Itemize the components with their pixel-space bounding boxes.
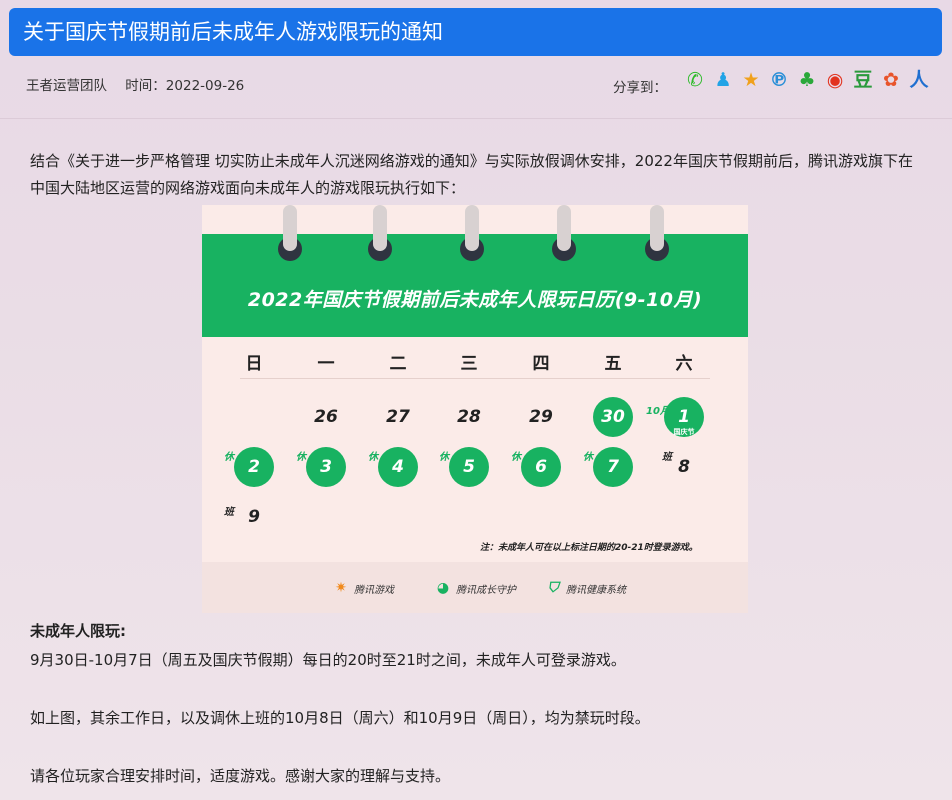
calendar-note: 注：未成年人可在以上标注日期的20-21时登录游戏。	[480, 543, 698, 553]
qzone-icon[interactable]: ★	[740, 68, 762, 92]
calendar-day: 7	[593, 447, 633, 487]
health-system-logo-icon: ⛉	[547, 580, 559, 596]
rest-tag: 休	[296, 452, 306, 463]
calendar-day: 3	[306, 447, 346, 487]
calendar-title: 2022年国庆节假期前后未成年人限玩日历(9-10月)	[247, 289, 703, 311]
share-label: 分享到：	[613, 80, 667, 96]
divider	[0, 118, 952, 119]
clover-icon[interactable]: ♣	[796, 68, 818, 92]
calendar-day: 5	[449, 447, 489, 487]
paragraph-allowed-time: 9月30日-10月7日（周五及国庆节假期）每日的20时至21时之间，未成年人可登…	[30, 651, 626, 669]
section-heading: 未成年人限玩:	[30, 622, 126, 640]
intro-paragraph: 结合《关于进一步严格管理 切实防止未成年人沉迷网络游戏的通知》与实际放假调休安排…	[30, 152, 913, 197]
work-tag: 班	[224, 507, 234, 518]
binder-ring	[276, 205, 304, 267]
weekday-label: 日	[245, 354, 263, 374]
time-label: 时间：2022-09-26	[125, 78, 245, 94]
weekday-label: 一	[317, 354, 335, 374]
renren-icon[interactable]: ✿	[880, 68, 902, 92]
article-meta: 王者运营团队 时间：2022-09-26	[26, 74, 258, 94]
calendar-day: 9	[248, 507, 260, 527]
rest-tag: 休	[224, 452, 234, 463]
binder-ring	[643, 205, 671, 267]
paragraph-closing: 请各位玩家合理安排时间，适度游戏。感谢大家的理解与支持。	[30, 767, 451, 785]
weekday-label: 二	[389, 354, 407, 374]
calendar-image: 2022年国庆节假期前后未成年人限玩日历(9-10月) 注：未成年人可在以上标注…	[202, 205, 748, 613]
weekday-label: 四	[532, 354, 550, 374]
share-icon-group: ✆ ♟ ★ ℗ ♣ ◉ 豆 ✿ 人	[684, 68, 930, 92]
wechat-icon[interactable]: ✆	[684, 68, 706, 92]
kaixin-icon[interactable]: 人	[908, 68, 930, 92]
calendar-day: 29	[529, 407, 553, 427]
author-label: 王者运营团队	[26, 78, 107, 94]
paragraph-restricted-days: 如上图，其余工作日，以及调休上班的10月8日（周六）和10月9日（周日），均为禁…	[30, 709, 650, 727]
growth-guard-brand: ◕ 腾讯成长守护	[434, 579, 516, 597]
page-title: 关于国庆节假期前后未成年人游戏限玩的通知	[9, 8, 942, 56]
calendar-day: 28	[457, 407, 481, 427]
publish-date: 2022-09-26	[165, 78, 245, 94]
rest-tag: 休	[511, 452, 521, 463]
calendar-footer: ✷ 腾讯游戏 ◕ 腾讯成长守护 ⛉ 腾讯健康系统	[202, 562, 748, 613]
calendar-day: 27	[386, 407, 410, 427]
calendar-day: 26	[314, 407, 338, 427]
health-system-brand: ⛉ 腾讯健康系统	[544, 579, 626, 597]
binder-ring	[550, 205, 578, 267]
weekday-label: 六	[675, 354, 693, 374]
binder-ring	[458, 205, 486, 267]
month-tag: 10月	[646, 406, 670, 417]
tencent-weibo-icon[interactable]: ℗	[768, 68, 790, 92]
holiday-label: 国庆节	[673, 428, 695, 436]
weekday-divider	[240, 378, 710, 379]
calendar-day: 4	[378, 447, 418, 487]
weekday-label: 五	[604, 354, 622, 374]
binder-ring	[366, 205, 394, 267]
work-tag: 班	[662, 452, 672, 463]
tencent-games-brand: ✷ 腾讯游戏	[332, 579, 394, 597]
sina-weibo-icon[interactable]: ◉	[824, 68, 846, 92]
weekday-label: 三	[460, 354, 478, 374]
qq-icon[interactable]: ♟	[712, 68, 734, 92]
douban-icon[interactable]: 豆	[852, 68, 874, 92]
calendar-day: 2	[234, 447, 274, 487]
rest-tag: 休	[368, 452, 378, 463]
rest-tag: 休	[583, 452, 593, 463]
growth-guard-logo-icon: ◕	[436, 580, 450, 596]
rest-tag: 休	[439, 452, 449, 463]
calendar-day: 6	[521, 447, 561, 487]
tencent-games-logo-icon: ✷	[335, 580, 347, 596]
calendar-day: 30	[593, 397, 633, 437]
